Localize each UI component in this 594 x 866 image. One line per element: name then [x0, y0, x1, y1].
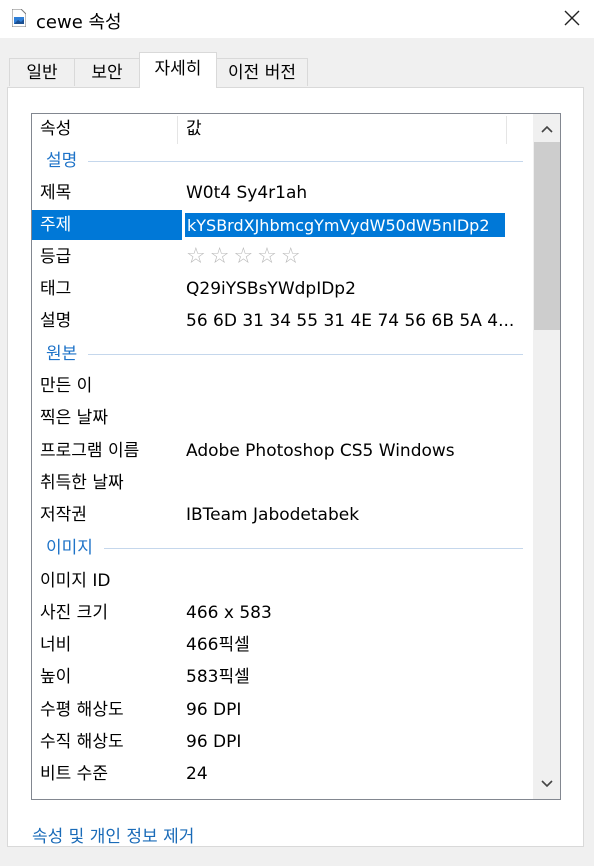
tab-general[interactable]: 일반	[9, 58, 75, 86]
property-name: 수직 해상도	[40, 732, 124, 752]
property-value: Q29iYSBsYWdpIDp2	[186, 279, 356, 299]
property-row-subject[interactable]: 주제	[32, 209, 533, 241]
image-file-icon	[12, 9, 26, 27]
column-header-value[interactable]: 값	[186, 114, 202, 145]
group-label: 원본	[46, 344, 78, 364]
scrollbar-thumb[interactable]	[534, 142, 560, 330]
property-value	[186, 402, 516, 434]
property-name: 사진 크기	[40, 603, 108, 623]
list-header: 속성 값	[32, 114, 533, 145]
group-header-description: 설명	[32, 145, 533, 177]
property-list[interactable]: 속성 값 설명 제목 W0t4 Sy4r1ah 주제 등급 ☆☆☆☆☆ 태그 Q…	[31, 113, 561, 800]
close-icon[interactable]	[560, 6, 584, 30]
subject-edit-field[interactable]	[184, 212, 506, 238]
vertical-scrollbar[interactable]	[533, 114, 561, 799]
property-name: 만든 이	[40, 376, 93, 396]
property-value	[186, 467, 516, 499]
property-value: IBTeam Jabodetabek	[186, 505, 360, 525]
property-name: 너비	[40, 635, 72, 655]
title-bar: cewe 속성	[0, 0, 594, 38]
property-row-rating[interactable]: 등급 ☆☆☆☆☆	[32, 241, 533, 273]
property-row-height[interactable]: 높이 583픽셀	[32, 661, 533, 693]
tab-details[interactable]: 자세히	[139, 52, 217, 88]
property-row-horizontal-resolution[interactable]: 수평 해상도 96 DPI	[32, 694, 533, 726]
chevron-up-icon[interactable]	[533, 118, 561, 140]
property-value: 466 x 583	[186, 603, 272, 623]
property-name: 수평 해상도	[40, 700, 124, 720]
property-name: 태그	[40, 279, 72, 299]
remove-properties-link[interactable]: 속성 및 개인 정보 제거	[32, 822, 194, 847]
property-name: 프로그램 이름	[40, 441, 140, 461]
property-row-comments[interactable]: 설명 56 6D 31 34 55 31 4E 74 56 6B 5A 4...	[32, 305, 533, 337]
property-value	[186, 565, 516, 597]
property-value	[186, 370, 516, 402]
property-value: Adobe Photoshop CS5 Windows	[186, 441, 455, 461]
tab-previous-versions[interactable]: 이전 버전	[216, 58, 308, 86]
property-name: 설명	[40, 311, 72, 331]
group-label: 이미지	[46, 538, 93, 558]
tab-strip: 일반 보안 자세히 이전 버전	[0, 38, 594, 88]
group-header-origin: 원본	[32, 338, 533, 370]
group-divider	[104, 548, 523, 549]
property-value: 96 DPI	[186, 700, 242, 720]
property-row-tags[interactable]: 태그 Q29iYSBsYWdpIDp2	[32, 273, 533, 305]
property-value: 583픽셀	[186, 667, 250, 687]
property-name: 저작권	[40, 505, 87, 525]
group-divider	[88, 354, 523, 355]
property-value: 56 6D 31 34 55 31 4E 74 56 6B 5A 4...	[186, 311, 515, 331]
tab-security[interactable]: 보안	[74, 58, 140, 86]
window-title: cewe 속성	[36, 12, 122, 33]
property-row-date-taken[interactable]: 찍은 날짜	[32, 402, 533, 434]
property-value: 466픽셀	[186, 635, 250, 655]
group-divider	[88, 161, 523, 162]
property-row-width[interactable]: 너비 466픽셀	[32, 629, 533, 661]
property-name: 이미지 ID	[40, 571, 111, 591]
property-row-author[interactable]: 만든 이	[32, 370, 533, 402]
chevron-down-icon[interactable]	[533, 773, 561, 795]
property-row-program[interactable]: 프로그램 이름 Adobe Photoshop CS5 Windows	[32, 435, 533, 467]
property-name: 등급	[40, 247, 72, 267]
property-value: 96 DPI	[186, 732, 242, 752]
column-divider[interactable]	[506, 116, 507, 144]
group-header-image: 이미지	[32, 532, 533, 564]
property-row-bit-depth[interactable]: 비트 수준 24	[32, 758, 533, 790]
property-row-title[interactable]: 제목 W0t4 Sy4r1ah	[32, 177, 533, 209]
property-name: 취득한 날짜	[40, 473, 124, 493]
property-row-dimensions[interactable]: 사진 크기 466 x 583	[32, 597, 533, 629]
property-row-copyright[interactable]: 저작권 IBTeam Jabodetabek	[32, 499, 533, 531]
column-header-property[interactable]: 속성	[40, 114, 71, 145]
property-name: 찍은 날짜	[40, 408, 108, 428]
column-divider[interactable]	[177, 116, 178, 144]
property-value: W0t4 Sy4r1ah	[186, 183, 308, 203]
property-row-vertical-resolution[interactable]: 수직 해상도 96 DPI	[32, 726, 533, 758]
subject-input[interactable]	[185, 213, 505, 237]
property-name: 주제	[40, 215, 72, 235]
property-name: 높이	[40, 667, 72, 687]
group-label: 설명	[46, 151, 78, 171]
property-row-date-acquired[interactable]: 취득한 날짜	[32, 467, 533, 499]
property-row-image-id[interactable]: 이미지 ID	[32, 565, 533, 597]
property-name: 비트 수준	[40, 764, 108, 784]
property-name: 제목	[40, 183, 72, 203]
property-value: 24	[186, 764, 208, 784]
rating-stars-icon[interactable]: ☆☆☆☆☆	[186, 241, 305, 273]
